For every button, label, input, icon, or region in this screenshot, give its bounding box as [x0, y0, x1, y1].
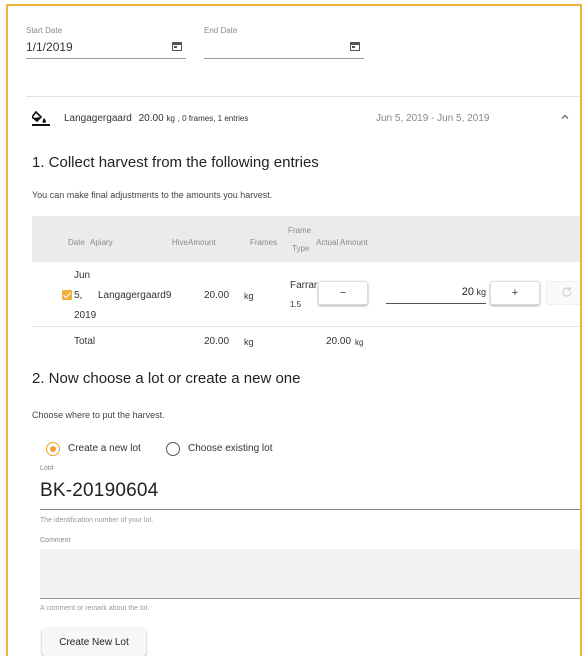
radio-new-lot[interactable]: [46, 442, 60, 456]
row-frame-type: Farrar: [290, 280, 318, 291]
section-heading-lot: 2. Now choose a lot or create a new one: [32, 370, 301, 387]
lot-label: Lot#: [40, 465, 54, 472]
lot-input-underline: [40, 509, 580, 510]
entries-table-header: Date Apiary HiveAmount Frames Frame Type…: [32, 216, 580, 262]
apiary-summary: Langagergaard 20.00 kg , 0 frames, 1 ent…: [64, 113, 248, 124]
table-row: Jun 5, 2019 Langagergaard9 20.00 kg Farr…: [32, 264, 580, 324]
lot-input[interactable]: BK-20190604: [40, 480, 158, 502]
increase-button[interactable]: +: [490, 281, 540, 305]
actual-amount-value[interactable]: 20: [462, 286, 474, 298]
apiary-panel-header[interactable]: Langagergaard 20.00 kg , 0 frames, 1 ent…: [26, 110, 580, 130]
start-date-label: Start Date: [26, 26, 63, 35]
start-date-value[interactable]: 1/1/2019: [26, 40, 73, 54]
date-filter-row: Start Date 1/1/2019 End Date: [26, 26, 566, 76]
col-hive-amount: HiveAmount: [172, 238, 216, 247]
total-unit: kg: [244, 337, 254, 347]
apiary-unit: kg: [166, 114, 175, 123]
col-frame-type: Frame: [288, 226, 312, 235]
row-apiary: Langagergaard9: [98, 290, 172, 301]
comment-label: Comment: [40, 537, 71, 544]
create-new-lot-button[interactable]: Create New Lot: [42, 628, 146, 656]
apiary-amount: 20.00: [138, 113, 164, 124]
total-row: Total 20.00 kg 20.00 kg: [32, 336, 580, 352]
actual-amount-input[interactable]: 20 kg: [386, 286, 486, 304]
end-date-label: End Date: [204, 26, 238, 35]
row-amount: 20.00: [204, 290, 230, 301]
comment-textarea[interactable]: [40, 549, 580, 599]
lot-hint: The identification number of your lot.: [40, 517, 154, 524]
section-help-lot: Choose where to put the harvest.: [32, 410, 165, 420]
apiary-name: Langagergaard: [64, 113, 132, 124]
end-date-field[interactable]: End Date: [204, 26, 364, 66]
reset-button[interactable]: [546, 281, 580, 305]
lot-choice-group: Create a new lot Choose existing lot: [46, 442, 366, 458]
row-checkbox[interactable]: [62, 290, 72, 300]
calendar-icon[interactable]: [350, 42, 360, 52]
total-amount: 20.00: [204, 336, 230, 347]
row-date-year: 2019: [74, 310, 97, 321]
chevron-up-icon[interactable]: [560, 112, 570, 122]
start-date-underline: [26, 58, 186, 59]
end-date-underline: [204, 58, 364, 59]
harvest-form: Start Date 1/1/2019 End Date Langagergaa…: [6, 4, 582, 656]
refresh-icon: [561, 286, 573, 301]
total-actual-unit: kg: [355, 338, 364, 347]
total-label: Total: [74, 336, 96, 347]
date-range: Jun 5, 2019 - Jun 5, 2019: [376, 113, 490, 124]
row-frame-size: 1.5: [290, 300, 302, 309]
col-actual-amount: Actual Amount: [316, 238, 368, 247]
row-divider: [32, 326, 580, 327]
row-unit: kg: [244, 291, 254, 301]
decrease-button[interactable]: −: [318, 281, 368, 305]
section-heading-collect: 1. Collect harvest from the following en…: [32, 154, 319, 171]
radio-new-lot-label[interactable]: Create a new lot: [68, 443, 141, 454]
col-apiary: Apiary: [90, 238, 113, 247]
actual-amount-unit: kg: [476, 287, 486, 297]
total-actual: 20.00: [326, 336, 352, 347]
radio-existing-lot[interactable]: [166, 442, 180, 456]
harvest-icon: [30, 110, 50, 126]
col-date: Date: [68, 238, 85, 247]
col-frames: Frames: [250, 238, 278, 247]
col-frame-type-2: Type: [292, 244, 310, 253]
row-date-month: Jun: [74, 270, 91, 281]
divider: [26, 96, 580, 97]
comment-hint: A comment or remark about the lot.: [40, 605, 150, 612]
apiary-meta: , 0 frames, 1 entries: [177, 114, 249, 123]
section-help-collect: You can make final adjustments to the am…: [32, 190, 273, 200]
calendar-icon[interactable]: [172, 42, 182, 52]
row-date-day: 5,: [74, 290, 83, 301]
start-date-field[interactable]: Start Date 1/1/2019: [26, 26, 186, 66]
radio-existing-lot-label[interactable]: Choose existing lot: [188, 443, 273, 454]
